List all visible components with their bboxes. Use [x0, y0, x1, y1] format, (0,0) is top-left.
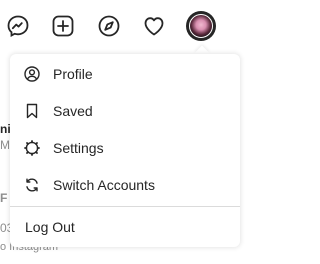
- menu-item-label: Profile: [53, 65, 93, 82]
- menu-item-label: Switch Accounts: [53, 176, 155, 193]
- log-out-label: Log Out: [25, 218, 75, 235]
- avatar-image: [189, 14, 213, 38]
- settings-gear-icon: [24, 139, 40, 156]
- menu-item-profile[interactable]: Profile: [10, 55, 240, 92]
- bookmark-icon: [24, 103, 40, 119]
- messenger-icon[interactable]: [4, 12, 32, 40]
- switch-arrows-icon: [24, 177, 40, 193]
- menu-item-settings[interactable]: Settings: [10, 129, 240, 166]
- profile-dropdown-menu: Profile Saved Settings Switch Accounts L…: [10, 54, 240, 247]
- instagram-page: ni Mi F 03 o Instagram Profile Saved Set…: [0, 0, 255, 264]
- menu-item-label: Settings: [53, 139, 104, 156]
- profile-circle-icon: [24, 65, 40, 82]
- profile-avatar[interactable]: [186, 11, 216, 41]
- new-post-icon[interactable]: [49, 12, 77, 40]
- menu-item-switch-accounts[interactable]: Switch Accounts: [10, 166, 240, 203]
- log-out-button[interactable]: Log Out: [10, 208, 240, 245]
- background-text: F: [0, 191, 8, 205]
- menu-divider: [10, 206, 240, 207]
- explore-icon[interactable]: [95, 12, 123, 40]
- activity-heart-icon[interactable]: [140, 12, 168, 40]
- menu-item-saved[interactable]: Saved: [10, 92, 240, 129]
- menu-item-label: Saved: [53, 102, 93, 119]
